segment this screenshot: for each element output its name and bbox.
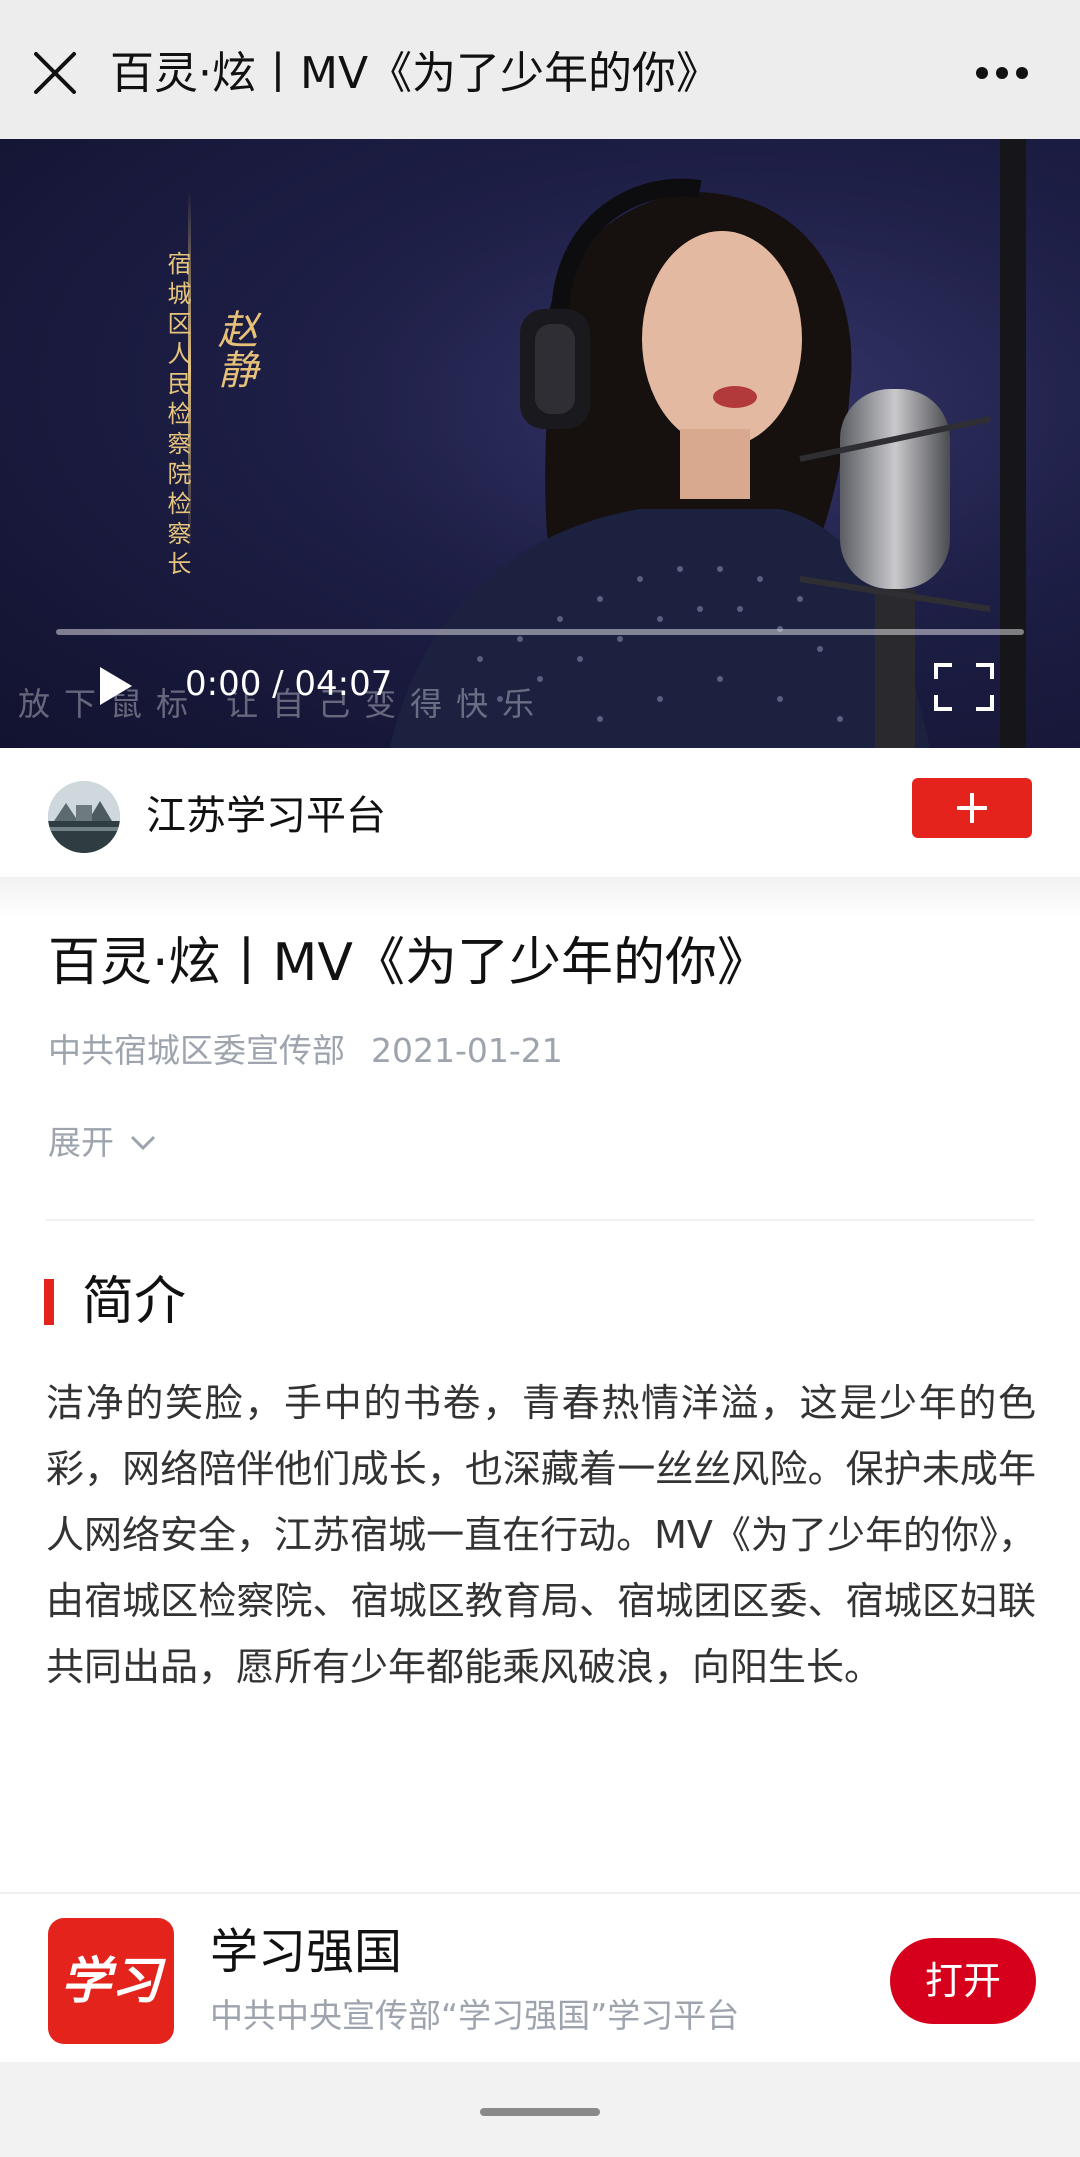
section-accent-bar bbox=[44, 1279, 54, 1325]
page-title: 百灵·炫丨MV《为了少年的你》 bbox=[110, 48, 721, 99]
account-name[interactable]: 江苏学习平台 bbox=[146, 786, 386, 846]
top-bar: 百灵·炫丨MV《为了少年的你》 bbox=[0, 0, 1080, 139]
article-date: 2021-01-21 bbox=[371, 1031, 563, 1070]
divider bbox=[46, 1219, 1034, 1221]
video-caption-person: 赵静 bbox=[211, 309, 257, 389]
account-bar: 江苏学习平台 bbox=[0, 748, 1080, 878]
chevron-down-icon bbox=[130, 1135, 156, 1151]
video-player[interactable]: 宿城区人民检察院检察长 赵静 放下鼠标 让自己变得快乐 0:00 / 04:07 bbox=[0, 139, 1080, 748]
app-description: 中共中央宣传部“学习强国”学习平台 bbox=[210, 1996, 740, 2035]
section-description: 洁净的笑脸，手中的书卷，青春热情洋溢，这是少年的色彩，网络陪伴他们成长，也深藏着… bbox=[46, 1381, 1036, 1689]
shadow-divider bbox=[0, 878, 1080, 918]
app-logo: 学习 bbox=[48, 1918, 174, 2044]
plus-icon bbox=[957, 793, 987, 823]
article-title: 百灵·炫丨MV《为了少年的你》 bbox=[48, 933, 769, 993]
section-heading: 简介 bbox=[44, 1270, 186, 1334]
home-indicator[interactable] bbox=[480, 2108, 600, 2116]
app-promo-bar: 学习 学习强国 中共中央宣传部“学习强国”学习平台 打开 bbox=[0, 1892, 1080, 2062]
section-title: 简介 bbox=[82, 1272, 187, 1332]
more-icon[interactable] bbox=[962, 48, 1042, 98]
fullscreen-icon[interactable] bbox=[928, 657, 1000, 717]
play-icon[interactable] bbox=[88, 659, 140, 713]
open-app-button[interactable]: 打开 bbox=[890, 1938, 1036, 2024]
article-meta: 中共宿城区委宣传部 2021-01-21 bbox=[48, 1028, 563, 1074]
avatar[interactable] bbox=[48, 781, 120, 853]
article-source: 中共宿城区委宣传部 bbox=[48, 1031, 345, 1070]
video-caption-org: 宿城区人民检察院检察长 bbox=[163, 251, 191, 581]
app-name: 学习强国 bbox=[210, 1924, 403, 1980]
expand-button[interactable]: 展开 bbox=[48, 1120, 158, 1166]
video-time: 0:00 / 04:07 bbox=[185, 664, 393, 704]
close-icon[interactable] bbox=[28, 46, 82, 100]
video-progress-bar[interactable] bbox=[56, 629, 1024, 635]
home-bar bbox=[0, 2062, 1080, 2157]
follow-button[interactable] bbox=[912, 778, 1032, 838]
expand-label: 展开 bbox=[48, 1123, 114, 1162]
app-logo-text: 学习 bbox=[61, 1951, 161, 2010]
